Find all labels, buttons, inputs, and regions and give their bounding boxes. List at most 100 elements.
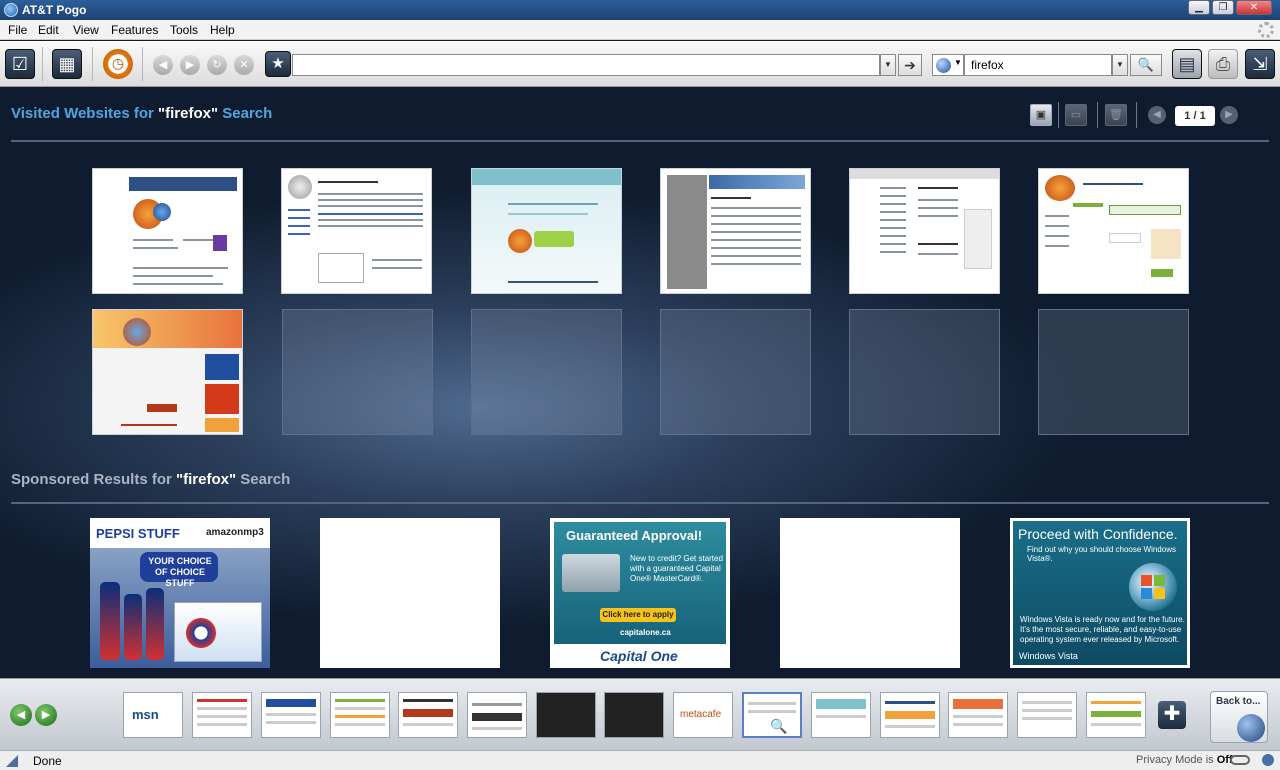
history-button[interactable]: ◷ [103,49,133,79]
tab-page[interactable] [398,692,458,738]
info-icon[interactable] [1262,754,1274,766]
search-button[interactable]: 🔍 [1130,54,1162,76]
tab-page[interactable] [467,692,527,738]
maximize-button[interactable]: ❐ [1212,0,1234,15]
thumbnail-doc-page[interactable] [849,168,1000,294]
sponsored-label: Sponsored Results for [11,471,172,488]
thumbnail-spread-firefox[interactable] [92,309,243,435]
menu-help[interactable]: Help [210,23,235,37]
bookmark-button[interactable]: ★ [265,51,291,77]
ad-vista-title: Proceed with Confidence. [1018,526,1178,542]
thumbnail-mozilla-firefox-3[interactable] [471,168,622,294]
search-dropdown-button[interactable]: ▼ [1112,54,1128,76]
search-input[interactable]: firefox [964,54,1112,76]
ad-pepsi-title: PEPSI STUFF [96,526,180,541]
menu-file[interactable]: File [8,23,27,37]
thumbnail-empty [471,309,622,435]
toolbar-separator [92,47,93,81]
globe-icon [1237,714,1265,742]
menu-bar: File Edit View Features Tools Help [0,20,1280,40]
minimize-button[interactable]: ▁ [1188,0,1210,15]
next-page-button[interactable]: ▶ [1220,106,1238,124]
visited-query: "firefox" [158,105,219,122]
tab-comedy[interactable] [536,692,596,738]
tab-page[interactable] [1017,692,1077,738]
page-indicator: 1 / 1 [1175,106,1215,126]
thumbnail-empty [1038,309,1189,435]
back-to-label: Back to... [1216,696,1261,707]
print-button[interactable]: ⎙ [1208,49,1238,79]
address-dropdown-button[interactable]: ▼ [880,54,896,76]
strip-next-button[interactable]: ▶ [35,704,57,726]
inbox-button[interactable]: ☑ [5,49,35,79]
tab-comedy[interactable] [604,692,664,738]
ad-blank[interactable] [320,518,500,668]
toolbar-separator [142,47,143,81]
sponsored-query: "firefox" [176,471,237,488]
exit-3d-button[interactable]: ⇲ [1245,49,1275,79]
window-title: AT&T Pogo [22,3,87,17]
address-bar[interactable] [292,54,880,76]
prev-page-button[interactable]: ◀ [1148,106,1166,124]
ad-capital-one-body: New to credit? Get started with a guaran… [630,554,723,583]
ad-pepsi[interactable]: PEPSI STUFF amazonmp3 YOUR CHOICE OF CHO… [90,518,270,668]
tab-search-active[interactable]: 🔍 [742,692,802,738]
tab-msn[interactable]: msn [123,692,183,738]
back-to-button[interactable]: Back to... [1210,691,1268,743]
thumbnail-wikipedia[interactable] [281,168,432,294]
thumbnail-mozilla-org[interactable] [92,168,243,294]
thumbnail-empty [282,309,433,435]
menu-tools[interactable]: Tools [170,23,198,37]
status-bar: Done Privacy Mode is Off [0,750,1280,770]
thumbnail-article[interactable] [660,168,811,294]
thumbnail-empty [660,309,811,435]
grid-icon: ▦ [58,54,76,74]
privacy-mode[interactable]: Privacy Mode is Off [1136,754,1233,766]
tab-page[interactable] [880,692,940,738]
magnifier-icon: 🔍 [770,718,788,734]
grid-view-button[interactable]: ▦ [52,49,82,79]
toolbar-separator [42,47,43,81]
tab-page[interactable] [948,692,1008,738]
tab-msn-label: msn [132,707,159,722]
close-button[interactable]: ✕ [1236,0,1272,15]
ad-blank[interactable] [780,518,960,668]
arrow-in-icon: ⇲ [1252,54,1268,74]
ad-vista-brand: Windows Vista [1019,651,1078,661]
menu-edit[interactable]: Edit [38,23,59,37]
tab-page[interactable] [811,692,871,738]
ad-capital-one-apply-button[interactable]: Click here to apply [600,608,676,622]
tab-page[interactable] [1086,692,1146,738]
back-button[interactable]: ◀ [153,55,173,75]
tab-page[interactable] [330,692,390,738]
thumbnail-addons[interactable] [1038,168,1189,294]
add-tab-button[interactable]: ✚ [1158,701,1186,729]
go-button[interactable]: ➔ [898,54,922,76]
forward-button[interactable]: ▶ [180,55,200,75]
stop-button[interactable]: ✕ [234,55,254,75]
divider [11,502,1269,504]
menu-features[interactable]: Features [111,23,158,37]
menu-view[interactable]: View [73,23,99,37]
delete-button[interactable]: 🗑 [1105,104,1127,126]
search-results-button[interactable]: ▤ [1172,49,1202,79]
status-text: Done [33,754,62,768]
ad-windows-vista[interactable]: Proceed with Confidence. Find out why yo… [1010,518,1190,668]
divider [11,140,1269,142]
single-view-button[interactable]: ▣ [1030,104,1052,126]
tab-page[interactable] [192,692,252,738]
activity-icon [1258,22,1274,38]
search-engine-selector[interactable]: ▼ [932,54,964,76]
resize-grip-icon[interactable] [6,755,18,767]
save-button[interactable]: ▭ [1065,104,1087,126]
mask-icon[interactable] [1230,755,1250,765]
chevron-down-icon: ▼ [954,58,962,67]
separator [1058,102,1059,128]
printer-icon: ⎙ [1215,54,1231,74]
tab-page[interactable] [261,692,321,738]
tab-metacafe[interactable]: metacafe [673,692,733,738]
ad-capital-one[interactable]: Guaranteed Approval! New to credit? Get … [550,518,730,668]
toolbar: ☑ ▦ ◷ ◀ ▶ ↻ ✕ ★ ▼ ➔ ▼ firefox ▼ 🔍 ▤ ⎙ ⇲ [0,41,1280,87]
refresh-button[interactable]: ↻ [207,55,227,75]
strip-prev-button[interactable]: ◀ [10,704,32,726]
